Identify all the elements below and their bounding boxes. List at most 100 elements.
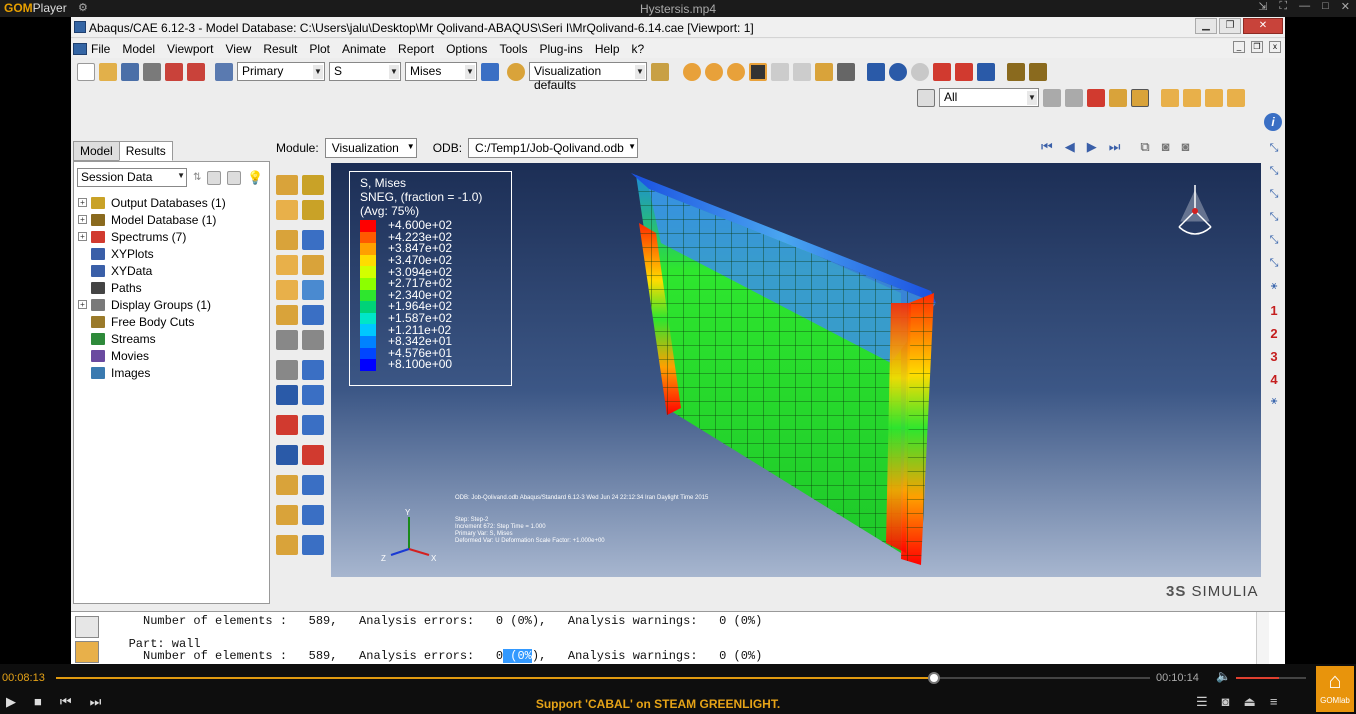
pin-icon[interactable]: ⇲	[1258, 0, 1267, 13]
mdi-icon[interactable]	[73, 42, 87, 55]
command-line-icon[interactable]	[75, 641, 99, 663]
toolbox-tool-icon[interactable]	[302, 385, 324, 405]
selection-mode-icon[interactable]	[1065, 88, 1083, 107]
toolbox-tool-icon[interactable]	[302, 330, 324, 350]
menu-icon[interactable]: ≡	[1270, 694, 1278, 710]
toolbox-tool-icon[interactable]	[302, 280, 324, 300]
field-variable-select[interactable]: S	[329, 62, 401, 81]
tree-item[interactable]: + Spectrums (7)	[78, 228, 226, 245]
tree-item[interactable]: + Model Database (1)	[78, 211, 226, 228]
toolbox-tool-icon[interactable]	[276, 505, 298, 525]
toolbox-tool-icon[interactable]	[276, 385, 298, 405]
expand-icon[interactable]: +	[78, 215, 87, 224]
auto-fit-icon[interactable]	[955, 62, 973, 81]
menu-model[interactable]: Model	[122, 42, 155, 56]
toolbox-tool-icon[interactable]	[276, 305, 298, 325]
app-restore-button[interactable]: ❐	[1219, 18, 1241, 34]
gomlab-button[interactable]: ⌂ GOMlab	[1316, 666, 1354, 712]
view-reset-icon[interactable]: ⚹	[1263, 395, 1285, 418]
tree-item[interactable]: + Output Databases (1)	[78, 194, 226, 211]
tree-item[interactable]: Streams	[78, 330, 226, 347]
menu-plot[interactable]: Plot	[309, 42, 330, 56]
redo-icon[interactable]	[793, 62, 811, 81]
select-arrow-icon[interactable]	[917, 88, 935, 107]
tab-results[interactable]: Results	[118, 141, 173, 161]
visualization-defaults-select[interactable]: Visualization defaults	[529, 62, 647, 92]
view-xz-icon[interactable]: ⤡	[1263, 188, 1285, 211]
toolbox-tool-icon[interactable]	[276, 280, 298, 300]
toolbox-tool-icon[interactable]	[302, 200, 324, 220]
rotate-icon[interactable]	[889, 62, 907, 81]
close-icon[interactable]: ✕	[1341, 0, 1350, 13]
menu-animate[interactable]: Animate	[342, 42, 386, 56]
camera-icon[interactable]: ◙	[1162, 139, 1170, 155]
render-style-icon[interactable]	[683, 62, 701, 81]
seek-handle[interactable]	[928, 672, 941, 684]
view-zy-icon[interactable]: ⤡	[1263, 257, 1285, 280]
menu-options[interactable]: Options	[446, 42, 487, 56]
toolbox-tool-icon[interactable]	[302, 535, 324, 555]
render-shaded-icon[interactable]	[705, 62, 723, 81]
menu-viewport[interactable]: Viewport	[167, 42, 213, 56]
module-select[interactable]: Visualization	[324, 138, 417, 158]
capture-icon[interactable]: ◙	[1222, 694, 1230, 710]
tree-item[interactable]: Movies	[78, 347, 226, 364]
pan-icon[interactable]	[867, 62, 885, 81]
view-yx-icon[interactable]: ⤡	[1263, 165, 1285, 188]
toolbox-tool-icon[interactable]	[302, 415, 324, 435]
view-back-icon[interactable]	[1183, 88, 1201, 107]
promo-banner[interactable]: Support 'CABAL' on STEAM GREENLIGHT.	[0, 697, 1316, 711]
toolbox-tool-icon[interactable]	[276, 535, 298, 555]
prev-frame-icon[interactable]: ◀	[1065, 139, 1075, 155]
view-xy-icon[interactable]: ⤡	[1263, 142, 1285, 165]
mdi-restore-icon[interactable]: ❐	[1251, 41, 1263, 53]
palette-icon[interactable]	[507, 62, 525, 81]
sphere-icon[interactable]	[727, 62, 745, 81]
fullscreen-icon[interactable]: ⛶	[1279, 0, 1287, 13]
view-button-1[interactable]: 1	[1263, 303, 1285, 326]
render-icon[interactable]	[1131, 88, 1149, 107]
message-scrollbar[interactable]	[1256, 612, 1269, 665]
view-button-2[interactable]: 2	[1263, 326, 1285, 349]
expand-icon[interactable]: +	[78, 198, 87, 207]
menu-view[interactable]: View	[226, 42, 252, 56]
volume-slider[interactable]	[1236, 677, 1306, 679]
toolbox-tool-icon[interactable]	[276, 445, 298, 465]
pin-tool-icon[interactable]	[815, 62, 833, 81]
first-frame-icon[interactable]: ⏮	[1041, 139, 1053, 155]
maximize-icon[interactable]: □	[1322, 0, 1329, 13]
updown-icon[interactable]: ⇅	[193, 172, 201, 183]
menu-context-help[interactable]: k?	[632, 42, 645, 56]
session-data-select[interactable]: Session Data	[77, 168, 187, 187]
lightbulb-icon[interactable]: 💡	[247, 170, 263, 186]
filter-icon[interactable]	[207, 170, 222, 185]
zoom-icon[interactable]	[911, 62, 929, 81]
toolbox-tool-icon[interactable]	[276, 230, 298, 250]
tree-item[interactable]: XYPlots	[78, 245, 226, 262]
tab-model[interactable]: Model	[73, 141, 120, 161]
tree-item[interactable]: XYData	[78, 262, 226, 279]
view-top-icon[interactable]	[1227, 88, 1245, 107]
field-primary-select[interactable]: Primary	[237, 62, 325, 81]
view-button-4[interactable]: 4	[1263, 372, 1285, 395]
eject-icon[interactable]: ⏏	[1244, 694, 1256, 710]
menu-tools[interactable]: Tools	[499, 42, 527, 56]
snapshot-icon[interactable]: ◙	[1182, 139, 1190, 155]
app-minimize-button[interactable]: ▁	[1195, 18, 1217, 34]
toolbox-tool-icon[interactable]	[302, 230, 324, 250]
odb-select[interactable]: C:/Temp1/Job-Qolivand.odb	[468, 138, 639, 158]
volume-icon[interactable]: 🔈	[1216, 669, 1231, 683]
menu-plugins[interactable]: Plug-ins	[539, 42, 582, 56]
box-zoom-icon[interactable]	[933, 62, 951, 81]
info-icon[interactable]: i	[1264, 113, 1282, 131]
view-zx-icon[interactable]: ⤡	[1263, 211, 1285, 234]
equalizer-icon[interactable]: ☰	[1196, 694, 1208, 710]
message-area-icon[interactable]	[75, 616, 99, 638]
selection-option-icon[interactable]	[1043, 88, 1061, 107]
mdi-minimize-icon[interactable]: _	[1233, 41, 1245, 53]
view-yz-icon[interactable]: ⤡	[1263, 234, 1285, 257]
menu-result[interactable]: Result	[263, 42, 297, 56]
toolbox-tool-icon[interactable]	[276, 360, 298, 380]
ruler-icon[interactable]	[1007, 62, 1025, 81]
bridge-icon[interactable]	[1029, 62, 1047, 81]
